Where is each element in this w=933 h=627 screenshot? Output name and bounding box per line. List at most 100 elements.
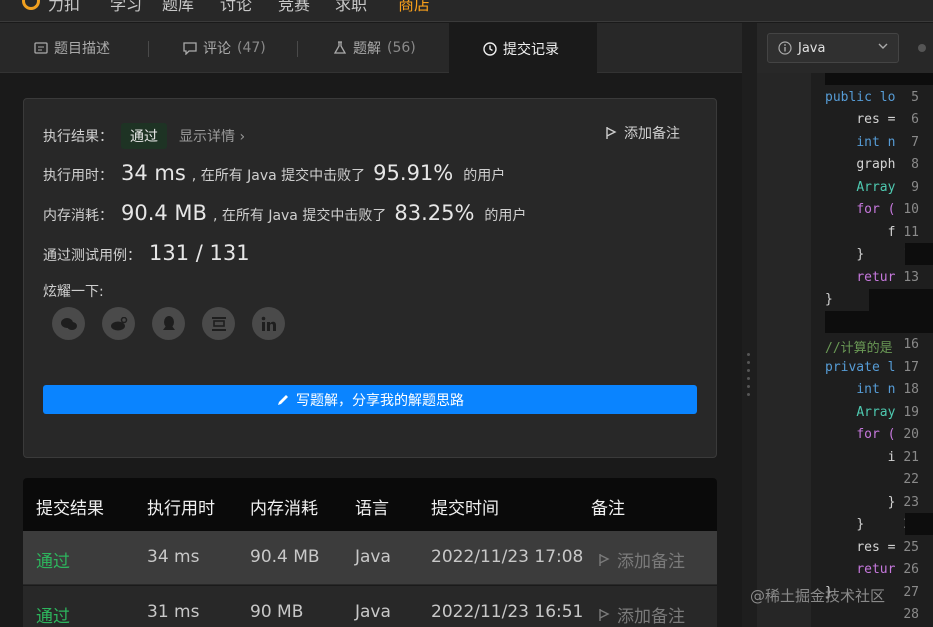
- tab-solutions-label: 题解: [353, 41, 381, 57]
- top-navbar: 力扣 学习 题库 讨论 竞赛 求职 商店: [0, 0, 933, 22]
- header-language: 语言: [355, 499, 389, 519]
- line-number: 28: [903, 607, 919, 622]
- qq-icon[interactable]: [152, 307, 185, 340]
- tab-description[interactable]: 题目描述: [34, 23, 110, 73]
- tab-comments-count: (47): [237, 40, 266, 56]
- code-highlight: [825, 311, 933, 333]
- nav-item-learn[interactable]: 学习: [110, 0, 142, 15]
- runtime-text: , 在所有 Java 提交中击败了: [191, 168, 366, 184]
- submissions-table: 提交结果 执行用时 内存消耗 语言 提交时间 备注 通过 34 ms 90.4 …: [23, 478, 717, 627]
- row-memory: 90 MB: [250, 602, 304, 622]
- line-number: 16: [903, 337, 919, 352]
- runtime-value: 34 ms: [121, 161, 186, 185]
- wechat-icon[interactable]: [52, 307, 85, 340]
- leetcode-logo-icon[interactable]: [22, 0, 40, 10]
- runtime-percentile: 95.91%: [373, 161, 454, 185]
- code-line: //计算的是: [825, 341, 893, 356]
- runtime-row: 执行用时： 34 ms , 在所有 Java 提交中击败了 95.91% 的用户: [43, 161, 505, 185]
- nav-item-discuss[interactable]: 讨论: [220, 0, 252, 15]
- write-solution-button[interactable]: 写题解，分享我的解题思路: [43, 385, 697, 414]
- memory-row: 内存消耗： 90.4 MB , 在所有 Java 提交中击败了 83.25% 的…: [43, 201, 526, 225]
- language-select-value: Java: [798, 40, 826, 56]
- add-note-label: 添加备注: [624, 126, 680, 142]
- tab-description-label: 题目描述: [54, 41, 110, 57]
- code-line: int n: [856, 134, 896, 150]
- line-number: 27: [903, 584, 919, 600]
- nav-item-store[interactable]: 商店: [398, 0, 430, 15]
- flag-icon: [599, 608, 610, 621]
- tab-solutions[interactable]: 题解 (56): [333, 23, 416, 73]
- code-line: retur: [856, 562, 896, 577]
- code-line: int n: [856, 382, 896, 397]
- submission-result-card: 执行结果： 通过 显示详情 › 添加备注 执行用时： 34 ms , 在所有 J…: [23, 98, 717, 458]
- drag-handle-icon: [747, 353, 751, 413]
- testcases-label: 通过测试用例：: [43, 248, 141, 264]
- header-submitted: 提交时间: [431, 499, 499, 519]
- editor-status-dot: [918, 44, 926, 52]
- tab-solutions-count: (56): [387, 40, 416, 56]
- linkedin-icon[interactable]: [252, 307, 285, 340]
- code-line: }: [825, 292, 833, 307]
- tab-submissions[interactable]: 提交记录: [449, 23, 597, 74]
- row-note-label: 添加备注: [617, 607, 685, 627]
- tab-submissions-label: 提交记录: [503, 41, 559, 58]
- status-badge: 通过: [121, 123, 167, 149]
- row-submitted: 2022/11/23 16:51: [431, 602, 584, 622]
- code-line: }: [887, 494, 896, 510]
- flag-icon: [599, 553, 610, 566]
- testcases-value: 131 / 131: [149, 241, 250, 265]
- tab-divider: [148, 41, 149, 57]
- row-result[interactable]: 通过: [36, 602, 70, 627]
- row-memory: 90.4 MB: [250, 547, 320, 567]
- code-line: for (: [856, 427, 896, 442]
- douban-icon[interactable]: [202, 307, 235, 340]
- code-line: f: [887, 224, 896, 240]
- code-line: i: [887, 449, 896, 465]
- header-result: 提交结果: [36, 499, 104, 519]
- code-line: for (: [856, 202, 896, 217]
- runtime-suffix: 的用户: [463, 168, 506, 184]
- code-highlight: [905, 243, 933, 265]
- code-line: }: [856, 247, 865, 262]
- panel-resize-handle[interactable]: [742, 23, 757, 627]
- result-status-row: 执行结果： 通过 显示详情 ›: [43, 123, 245, 149]
- share-label: 炫耀一下:: [43, 284, 104, 300]
- nav-item-problems[interactable]: 题库: [162, 0, 194, 15]
- runtime-label: 执行用时：: [43, 168, 113, 184]
- table-row[interactable]: 通过 31 ms 90 MB Java 2022/11/23 16:51 添加备…: [23, 585, 717, 627]
- share-row: 炫耀一下:: [43, 281, 104, 301]
- code-editor[interactable]: 4567891011121314151617181920212223242526…: [757, 73, 933, 627]
- memory-label: 内存消耗：: [43, 208, 113, 224]
- table-row[interactable]: 通过 34 ms 90.4 MB Java 2022/11/23 17:08 添…: [23, 531, 717, 584]
- memory-suffix: 的用户: [484, 208, 527, 224]
- language-select[interactable]: Java: [767, 33, 899, 63]
- line-number-gutter: [757, 73, 811, 627]
- show-details-link[interactable]: 显示详情 ›: [179, 126, 245, 146]
- nav-item-contest[interactable]: 竞赛: [278, 0, 310, 15]
- code-line: private l: [825, 359, 896, 375]
- weibo-icon[interactable]: [102, 307, 135, 340]
- comment-icon: [183, 42, 197, 55]
- nav-item-home[interactable]: 力扣: [48, 0, 80, 15]
- header-runtime: 执行用时: [147, 499, 215, 519]
- row-add-note-button[interactable]: 添加备注: [597, 547, 685, 572]
- chevron-down-icon: [878, 40, 888, 54]
- row-language: Java: [355, 602, 391, 622]
- add-note-button[interactable]: 添加备注: [604, 123, 680, 143]
- watermark: @稀土掘金技术社区: [750, 587, 886, 605]
- flask-icon: [333, 41, 347, 54]
- row-add-note-button[interactable]: 添加备注: [597, 602, 685, 627]
- clock-icon: [483, 41, 497, 56]
- code-line: retur: [856, 269, 896, 285]
- header-note: 备注: [591, 499, 625, 519]
- nav-item-jobs[interactable]: 求职: [335, 0, 367, 15]
- row-result[interactable]: 通过: [36, 547, 70, 572]
- code-highlight: [869, 289, 933, 311]
- info-icon: [778, 41, 792, 55]
- tab-comments[interactable]: 评论 (47): [183, 23, 266, 73]
- header-memory: 内存消耗: [250, 499, 318, 519]
- code-line: }: [856, 517, 865, 532]
- table-header: 提交结果 执行用时 内存消耗 语言 提交时间 备注: [23, 478, 717, 531]
- tab-comments-label: 评论: [203, 41, 231, 57]
- code-line: res =: [856, 539, 896, 555]
